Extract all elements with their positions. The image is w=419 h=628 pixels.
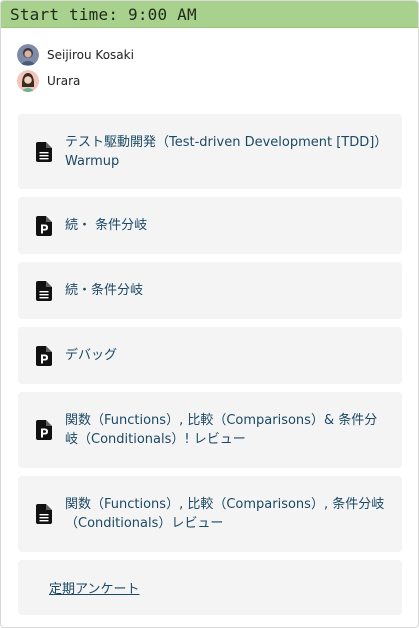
survey-link[interactable]: 定期アンケート: [49, 578, 139, 597]
schedule-card: Start time: 9:00 AM Seijirou Kosaki Urar…: [0, 0, 419, 628]
avatar: [17, 44, 39, 66]
assignment-item[interactable]: 関数（Functions）, 比較（Comparisons）& 条件分岐（Con…: [18, 392, 402, 468]
assignment-item[interactable]: デバッグ: [18, 327, 402, 384]
attendee-name: Urara: [47, 74, 81, 88]
assignment-title[interactable]: 続・条件分岐: [65, 281, 143, 300]
assignment-item[interactable]: 続・条件分岐: [18, 262, 402, 319]
avatar: [17, 70, 39, 92]
document-icon: [36, 504, 52, 524]
attendee-seijirou: Seijirou Kosaki: [17, 42, 418, 68]
assignment-title[interactable]: 関数（Functions）, 比較（Comparisons）, 条件分岐（Con…: [65, 495, 390, 533]
survey-item: 定期アンケート: [18, 560, 402, 615]
assignment-title[interactable]: 関数（Functions）, 比較（Comparisons）& 条件分岐（Con…: [65, 411, 390, 449]
document-icon: [36, 280, 52, 301]
assignment-title[interactable]: 続・ 条件分岐: [65, 216, 147, 235]
document-icon: [36, 141, 52, 162]
assignment-title[interactable]: デバッグ: [65, 346, 117, 365]
document-p-icon: [36, 345, 52, 366]
document-p-icon: [36, 215, 52, 236]
document-p-icon: [36, 420, 52, 440]
attendee-name: Seijirou Kosaki: [47, 48, 134, 62]
assignment-list: テスト駆動開発（Test-driven Development [TDD]）Wa…: [18, 114, 402, 623]
start-time-label: Start time: 9:00 AM: [10, 4, 197, 24]
assignment-item[interactable]: 続・ 条件分岐: [18, 197, 402, 254]
attendee-urara: Urara: [17, 68, 418, 94]
attendee-list: Seijirou Kosaki Urara: [1, 28, 418, 94]
assignment-item[interactable]: 関数（Functions）, 比較（Comparisons）, 条件分岐（Con…: [18, 476, 402, 552]
assignment-title[interactable]: テスト駆動開発（Test-driven Development [TDD]）Wa…: [65, 133, 390, 171]
assignment-item[interactable]: テスト駆動開発（Test-driven Development [TDD]）Wa…: [18, 114, 402, 189]
start-time-header: Start time: 9:00 AM: [1, 1, 418, 28]
